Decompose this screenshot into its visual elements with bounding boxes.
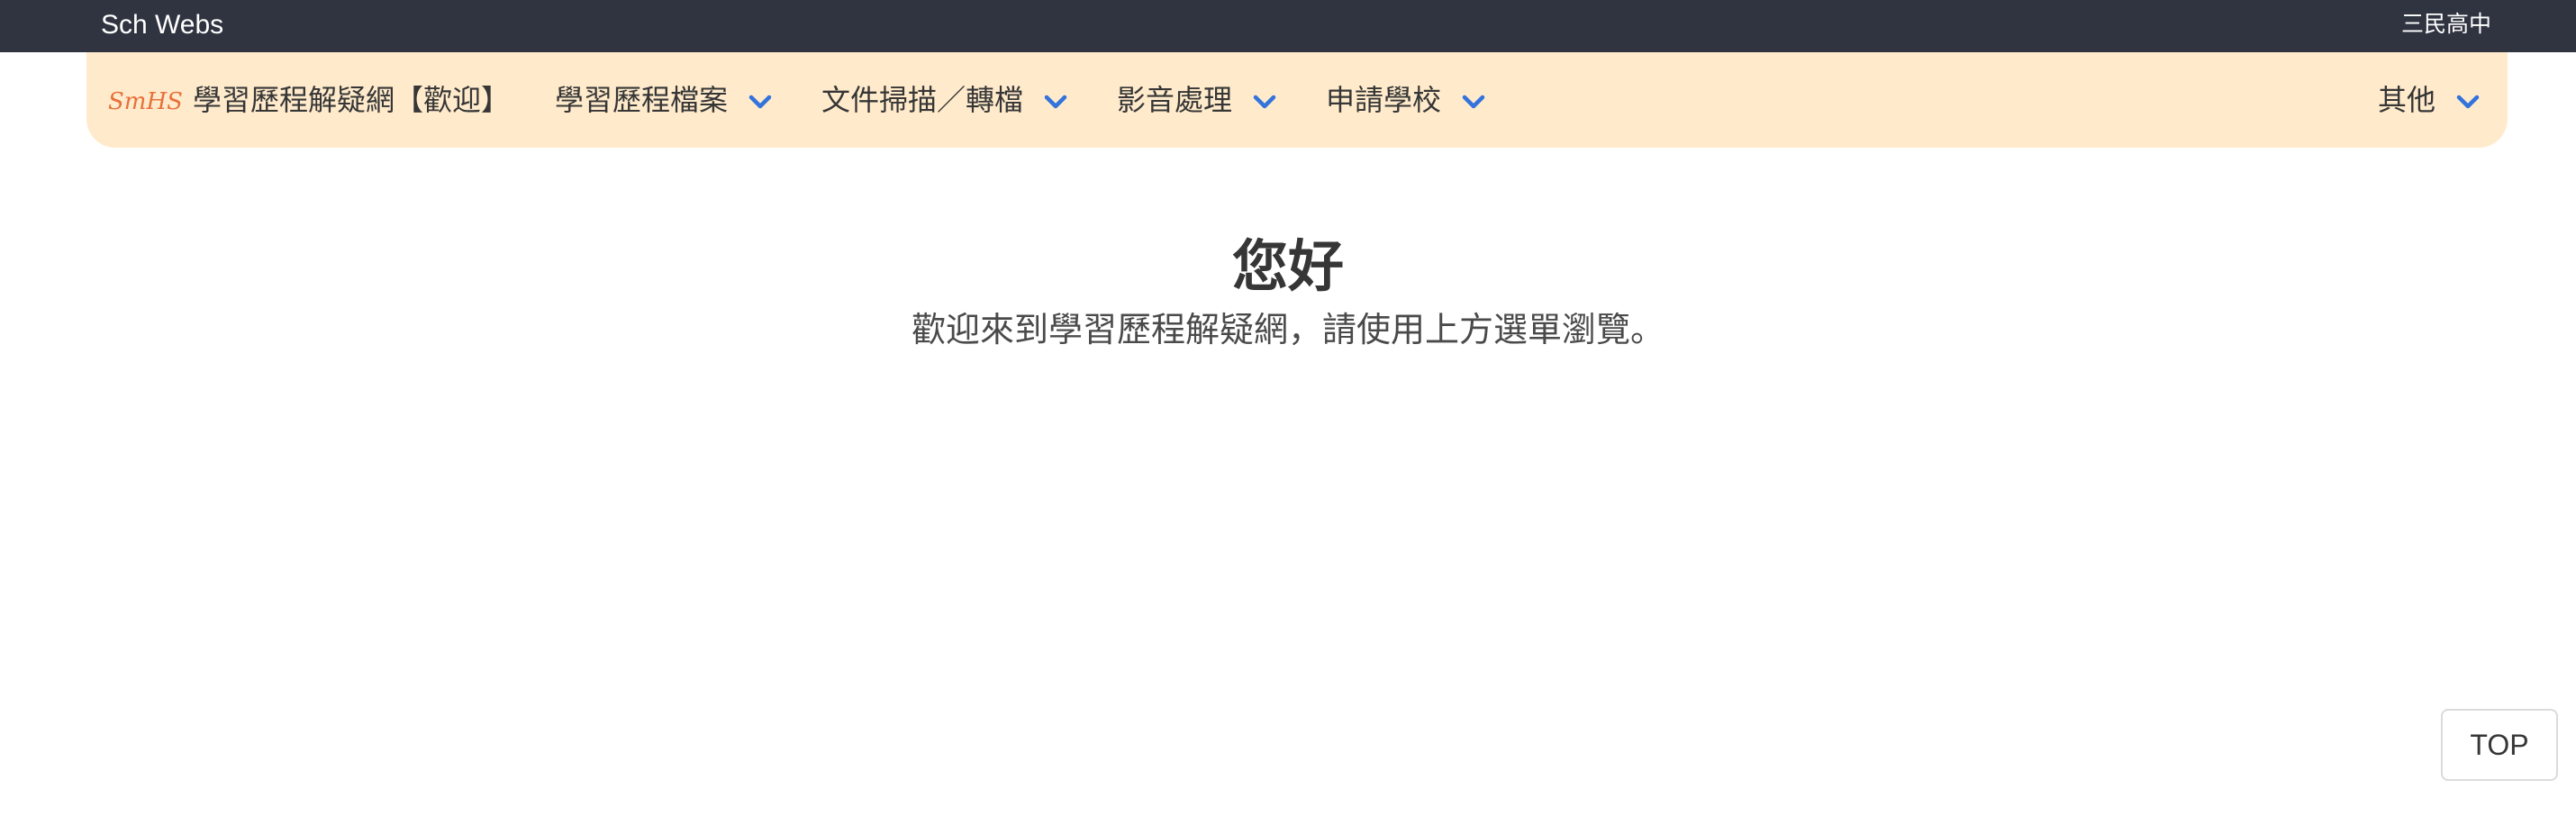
chevron-down-icon: [1044, 95, 1067, 109]
back-to-top-button[interactable]: TOP: [2441, 709, 2558, 781]
chevron-down-icon: [748, 95, 772, 109]
top-bar: Sch Webs 三民高中: [0, 0, 2576, 52]
brand-label: 學習歷程解疑網【歡迎】: [193, 83, 511, 117]
chevron-down-icon: [2456, 95, 2480, 109]
main-navbar: SmHS 學習歷程解疑網【歡迎】 學習歷程檔案 文件掃描／轉檔 影音處理 申請學…: [86, 52, 2508, 148]
smhs-logo: SmHS: [108, 88, 183, 115]
menu-label: 申請學校: [1326, 83, 1442, 117]
hero-title: 您好: [1231, 233, 1344, 299]
menu-apply-school[interactable]: 申請學校: [1326, 52, 1486, 148]
school-name[interactable]: 三民高中: [2401, 8, 2491, 41]
menu-media-processing[interactable]: 影音處理: [1117, 52, 1277, 148]
hero-subtitle: 歡迎來到學習歷程解疑網，請使用上方選單瀏覽。: [911, 310, 1664, 349]
menu-label: 其他: [2378, 83, 2436, 117]
menu-document-scan[interactable]: 文件掃描／轉檔: [821, 52, 1068, 148]
menu-label: 影音處理: [1117, 83, 1233, 117]
site-title[interactable]: Sch Webs: [101, 7, 223, 43]
menu-other[interactable]: 其他: [2378, 52, 2481, 148]
svg-text:SmHS: SmHS: [108, 88, 183, 115]
brand-home-link[interactable]: SmHS 學習歷程解疑網【歡迎】: [106, 52, 510, 148]
chevron-down-icon: [1253, 95, 1276, 109]
menu-label: 文件掃描／轉檔: [821, 83, 1024, 117]
chevron-down-icon: [1462, 95, 1485, 109]
menu-learning-portfolio[interactable]: 學習歷程檔案: [555, 52, 773, 148]
menu-label: 學習歷程檔案: [555, 83, 729, 117]
